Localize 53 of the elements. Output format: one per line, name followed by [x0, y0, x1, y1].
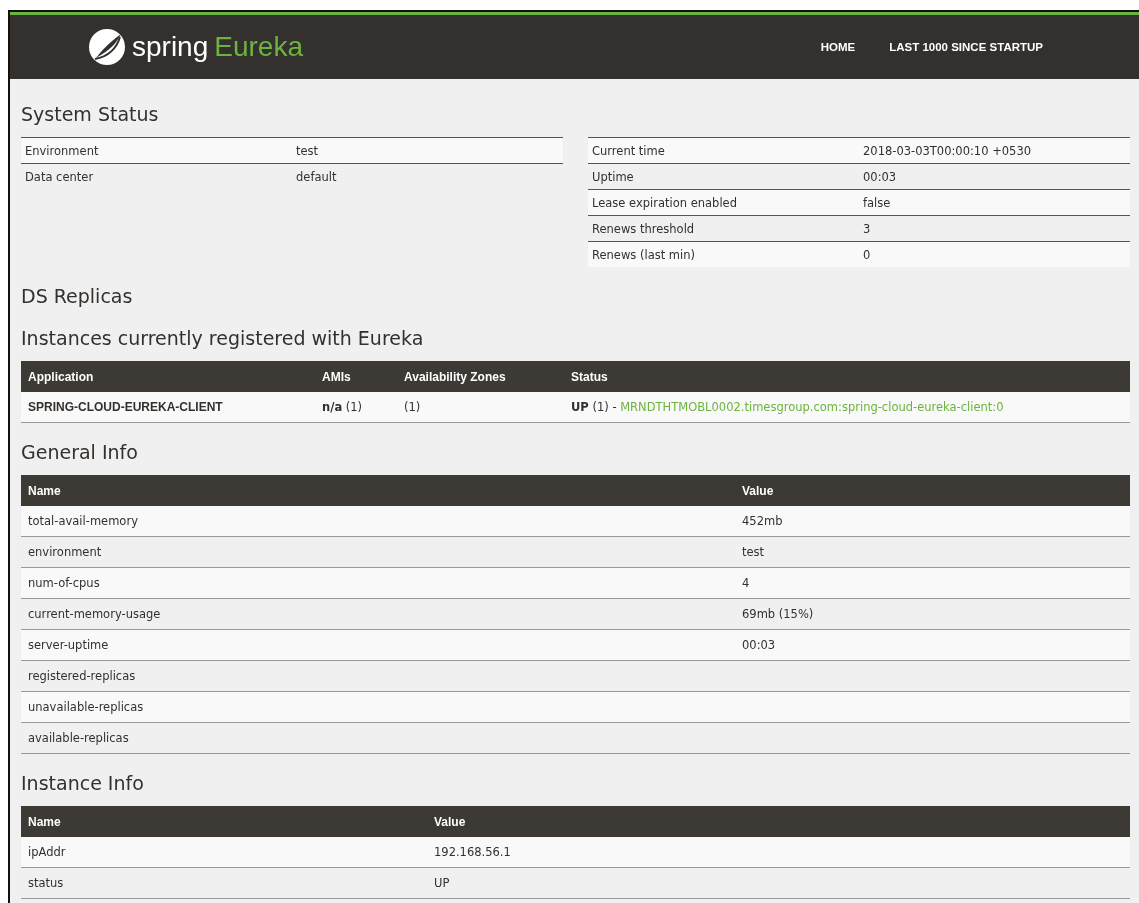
- table-cell: test: [735, 536, 1130, 568]
- nav-link[interactable]: HOME: [820, 41, 856, 53]
- section-title: Instance Info: [21, 772, 145, 794]
- status-label: Lease expiration enabled: [588, 189, 859, 216]
- status-value: 2018-03-03T00:00:10 +0530: [859, 137, 1130, 164]
- section-title: DS Replicas: [21, 285, 134, 307]
- status-value: false: [859, 189, 1130, 216]
- column-header: Application: [21, 361, 315, 392]
- column-header: Name: [21, 475, 735, 506]
- brand-name: spring: [132, 31, 209, 63]
- table-cell: registered-replicas: [21, 660, 735, 692]
- table-cell: 192.168.56.1: [427, 837, 1130, 868]
- status-value: 3: [859, 215, 1130, 242]
- column-header: AMIs: [315, 361, 397, 392]
- section-title: System Status: [21, 103, 160, 125]
- leaf-logo-icon: [88, 28, 126, 66]
- status-value: test: [292, 137, 563, 164]
- table-cell: environment: [21, 536, 735, 568]
- table-cell: 00:03: [735, 629, 1130, 661]
- table-cell: total-avail-memory: [21, 506, 735, 537]
- status-label: Environment: [21, 137, 292, 164]
- status-text: UP (1) -: [571, 400, 618, 414]
- table-cell: current-memory-usage: [21, 598, 735, 630]
- table-cell: (1): [397, 392, 564, 423]
- table-cell: server-uptime: [21, 629, 735, 661]
- status-value: default: [292, 163, 563, 189]
- table-cell: 69mb (15%): [735, 598, 1130, 630]
- column-header: Name: [21, 806, 427, 837]
- nav-link[interactable]: LAST 1000 SINCE STARTUP: [889, 41, 1043, 53]
- table-cell: SPRING-CLOUD-EUREKA-CLIENT: [21, 392, 315, 423]
- status-value: 00:03: [859, 163, 1130, 190]
- status-label: Renews threshold: [588, 215, 859, 242]
- table-cell: UP: [427, 867, 1130, 899]
- column-header: Value: [427, 806, 1130, 837]
- section-title: General Info: [21, 441, 139, 463]
- status-label: Current time: [588, 137, 859, 164]
- column-header: Value: [735, 475, 1130, 506]
- section-title: Instances currently registered with Eureka: [21, 327, 425, 349]
- table-cell: ipAddr: [21, 837, 427, 868]
- status-label: Renews (last min): [588, 241, 859, 267]
- status-label: Data center: [21, 163, 292, 189]
- table-cell: 452mb: [735, 506, 1130, 537]
- product-name: Eureka: [214, 31, 303, 63]
- table-cell: status: [21, 867, 427, 899]
- table-cell: 4: [735, 567, 1130, 599]
- table-cell: n/a (1): [315, 392, 397, 423]
- table-cell: available-replicas: [21, 722, 735, 754]
- column-header: Availability Zones: [397, 361, 564, 392]
- table-cell: unavailable-replicas: [21, 691, 735, 723]
- table-cell: num-of-cpus: [21, 567, 735, 599]
- status-value: 0: [859, 241, 1130, 267]
- column-header: Status: [564, 361, 1130, 392]
- status-label: Uptime: [588, 163, 859, 190]
